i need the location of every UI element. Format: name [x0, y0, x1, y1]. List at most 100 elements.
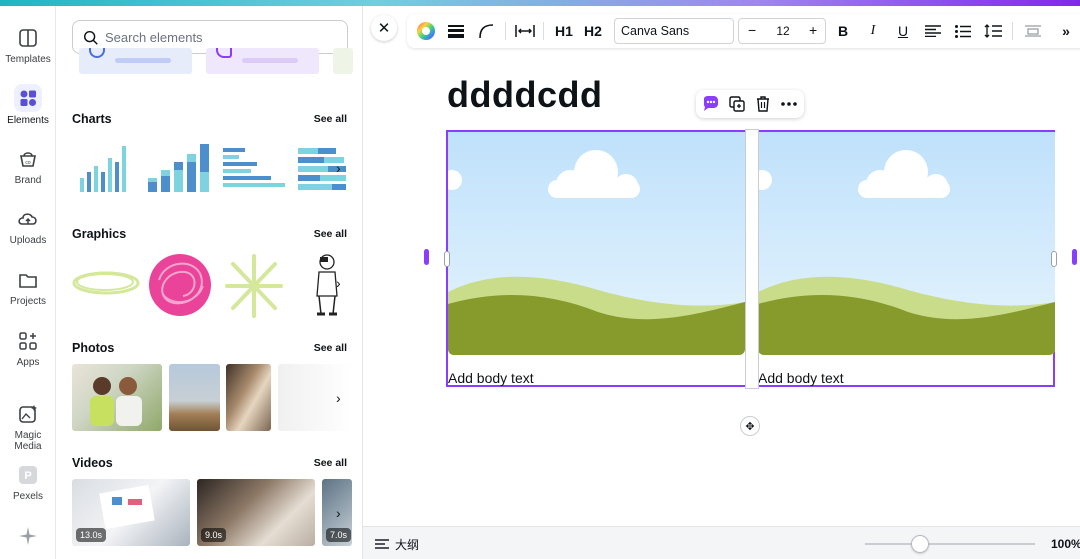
move-icon[interactable]: ✥: [740, 416, 760, 436]
rail-label: Uploads: [9, 235, 47, 246]
pexels-icon: P: [19, 466, 37, 484]
decrease-size-button[interactable]: −: [748, 22, 756, 38]
zoom-value[interactable]: 100%: [1051, 537, 1080, 551]
resize-handle-left[interactable]: [444, 251, 450, 267]
horizontal-bar-chart-thumb[interactable]: [221, 146, 287, 194]
more-tools-icon[interactable]: »: [1055, 19, 1077, 43]
svg-text:co: co: [25, 160, 31, 166]
resize-handle-right[interactable]: [1051, 251, 1057, 267]
position-icon[interactable]: [1022, 19, 1044, 43]
video-duration: 13.0s: [76, 528, 107, 542]
drag-handle-right[interactable]: [1072, 249, 1077, 265]
text-color-button[interactable]: [415, 19, 437, 43]
font-family-select[interactable]: Canva Sans: [614, 18, 734, 44]
heading2-button[interactable]: H2: [581, 19, 605, 43]
rail-item-brand[interactable]: co Brand: [0, 147, 56, 186]
align-left-icon[interactable]: [922, 19, 944, 43]
rail-item-elements[interactable]: Elements: [0, 84, 56, 126]
toolbar-divider: [1012, 22, 1013, 40]
see-all-graphics[interactable]: See all: [314, 228, 347, 240]
video-thumb[interactable]: 9.0s: [197, 479, 315, 546]
see-all-photos[interactable]: See all: [314, 342, 347, 354]
drag-handle-left[interactable]: [424, 249, 429, 265]
uploads-icon: [18, 213, 37, 225]
section-title-charts: Charts: [72, 112, 112, 126]
duplicate-icon[interactable]: [728, 95, 746, 113]
corner-rounding-icon[interactable]: [475, 19, 497, 43]
recent-card[interactable]: [79, 48, 192, 74]
image-placeholder[interactable]: [758, 132, 1055, 355]
design-page[interactable]: ✕ H1 H2 Canva Sans − 12 + B I U » ddddcd…: [363, 6, 1080, 526]
see-all-videos[interactable]: See all: [314, 457, 347, 469]
bar-chart-thumb[interactable]: [77, 142, 135, 194]
rail-item-magic-media[interactable]: Magic Media: [0, 402, 56, 452]
italic-button[interactable]: I: [862, 19, 884, 43]
chevron-right-icon[interactable]: ›: [336, 275, 352, 291]
body-text[interactable]: Add body text: [758, 370, 844, 386]
search-icon: [83, 30, 98, 45]
increase-size-button[interactable]: +: [809, 22, 817, 38]
more-options-icon[interactable]: [780, 95, 798, 113]
photo-thumb[interactable]: [72, 364, 162, 431]
rail-item-more[interactable]: [0, 524, 56, 552]
underline-button[interactable]: U: [892, 19, 914, 43]
projects-icon: [19, 274, 37, 288]
zoom-slider-track[interactable]: [865, 543, 1035, 545]
rail-item-uploads[interactable]: Uploads: [0, 207, 56, 246]
scribble-circle-graphic[interactable]: [145, 250, 215, 320]
sparkle-icon: [19, 527, 37, 545]
magic-comment-icon[interactable]: [702, 95, 720, 113]
image-placeholder[interactable]: [448, 132, 745, 355]
trash-icon[interactable]: [754, 95, 772, 113]
video-duration: 9.0s: [201, 528, 227, 542]
bullet-list-icon[interactable]: [952, 19, 974, 43]
rail-item-projects[interactable]: Projects: [0, 268, 56, 307]
color-wheel-icon: [417, 22, 435, 40]
body-text[interactable]: Add body text: [448, 370, 534, 386]
editor-footer: 大纲 100%: [363, 526, 1080, 559]
recent-card[interactable]: [333, 48, 353, 74]
elements-icon: [14, 84, 42, 112]
chevron-right-icon[interactable]: ›: [336, 160, 352, 176]
svg-text:P: P: [24, 470, 31, 482]
rail-label: Projects: [9, 296, 47, 307]
heading1-button[interactable]: H1: [552, 19, 576, 43]
font-size-value[interactable]: 12: [769, 24, 797, 38]
close-icon[interactable]: ✕: [371, 15, 397, 41]
page-heading[interactable]: ddddcdd: [447, 74, 602, 116]
chevron-right-icon[interactable]: ›: [336, 505, 352, 521]
stacked-bar-chart-thumb[interactable]: [146, 142, 216, 194]
zoom-slider-handle[interactable]: [911, 535, 929, 553]
outline-icon: [375, 538, 389, 549]
column-spacing-handle[interactable]: [745, 129, 759, 389]
scribble-ring-graphic[interactable]: [71, 266, 141, 300]
chevron-right-icon[interactable]: ›: [336, 390, 352, 406]
text-toolbar: H1 H2 Canva Sans − 12 + B I U »: [407, 14, 1080, 48]
info-icon: [89, 48, 105, 58]
note-icon: [216, 48, 232, 58]
line-spacing-icon[interactable]: [982, 19, 1004, 43]
see-all-charts[interactable]: See all: [314, 113, 347, 125]
outline-button[interactable]: 大纲: [375, 536, 419, 553]
font-size-stepper: − 12 +: [738, 18, 826, 44]
star-burst-graphic[interactable]: [221, 252, 287, 320]
image-grid-frame[interactable]: Add body text Add body text: [444, 129, 1057, 389]
rail-item-apps[interactable]: Apps: [0, 329, 56, 368]
photo-thumb[interactable]: [169, 364, 220, 431]
magic-media-icon: [19, 405, 37, 423]
editor-workarea: ✕ H1 H2 Canva Sans − 12 + B I U » ddddcd…: [362, 6, 1080, 559]
photo-thumb[interactable]: [226, 364, 271, 431]
rail-item-templates[interactable]: Templates: [0, 26, 56, 65]
landscape-placeholder: [448, 132, 745, 355]
section-title-videos: Videos: [72, 456, 113, 470]
video-duration: 7.0s: [326, 528, 352, 542]
recent-card[interactable]: [206, 48, 319, 74]
toolbar-divider: [543, 22, 544, 40]
spacing-icon[interactable]: [513, 19, 537, 43]
search-input[interactable]: [105, 28, 335, 46]
video-thumb[interactable]: 13.0s: [72, 479, 190, 546]
bold-button[interactable]: B: [832, 19, 854, 43]
rail-label: Apps: [16, 357, 40, 368]
border-weight-icon[interactable]: [445, 19, 467, 43]
rail-item-pexels[interactable]: P Pexels: [0, 463, 56, 502]
